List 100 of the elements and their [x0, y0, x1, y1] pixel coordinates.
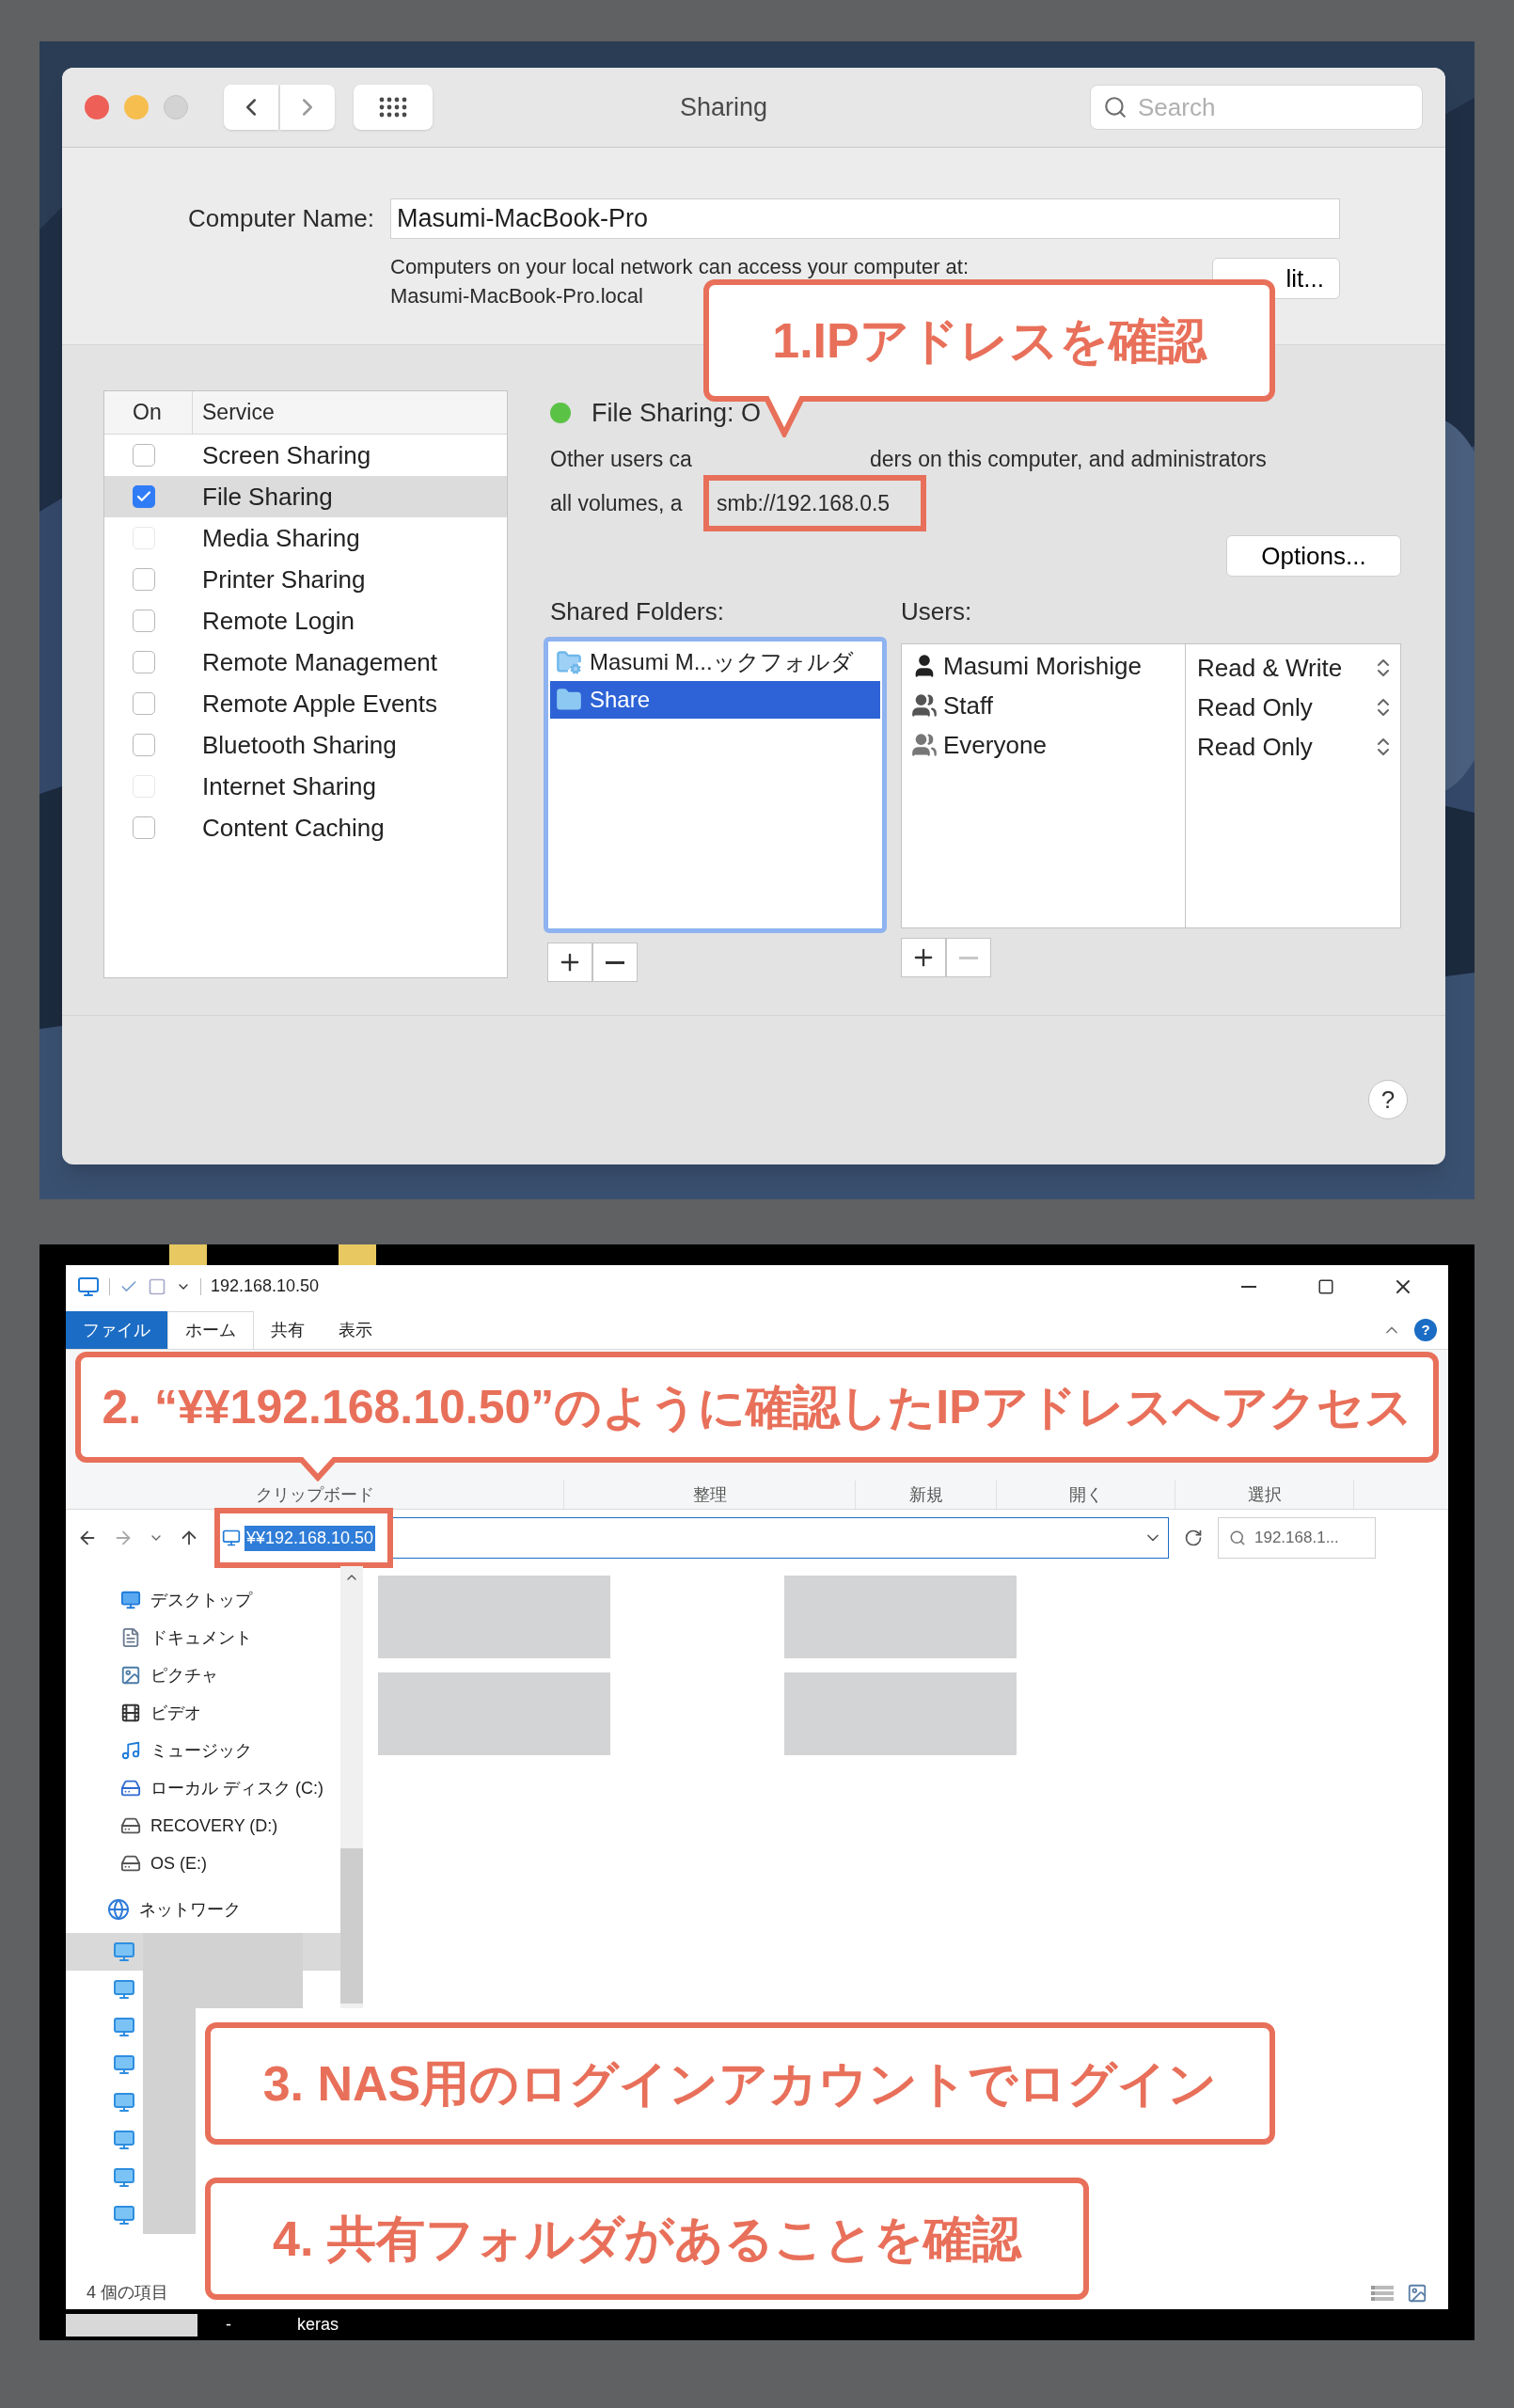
monitor-icon: [113, 1941, 135, 1963]
permission-select[interactable]: Read Only: [1186, 727, 1400, 767]
square-icon[interactable]: [148, 1276, 166, 1296]
image-icon: [120, 1665, 141, 1686]
address-note: Computers on your local network can access your computer at:: [390, 254, 970, 280]
grid-icon: [379, 97, 407, 118]
user-name[interactable]: Masumi Morishige: [943, 647, 1142, 685]
show-all-button[interactable]: [354, 85, 433, 130]
nav-item[interactable]: ネットワーク: [66, 1886, 340, 1933]
help-button[interactable]: ?: [1414, 1319, 1437, 1341]
service-row[interactable]: Remote Login: [104, 600, 507, 642]
minus-icon: [959, 956, 978, 959]
description-text: ders on this computer, and administrators: [870, 446, 1267, 473]
service-row[interactable]: Screen Sharing: [104, 435, 507, 476]
group-icon: [911, 732, 938, 758]
column-header[interactable]: Service: [193, 396, 275, 429]
address-note: Masumi-MacBook-Pro.local: [390, 283, 644, 309]
ribbon-tab[interactable]: 共有: [254, 1311, 322, 1349]
remove-button[interactable]: [592, 943, 638, 982]
monitor-icon: [77, 1275, 100, 1298]
monitor-icon: [120, 1590, 141, 1610]
folder-row[interactable]: Share: [550, 681, 880, 719]
checkbox[interactable]: [133, 444, 155, 467]
window-title: 192.168.10.50: [211, 1275, 321, 1297]
callout-pointer: [764, 396, 805, 437]
monitor-icon: [113, 2053, 135, 2076]
search-icon: [1229, 1529, 1246, 1546]
monitor-icon: [222, 1529, 241, 1547]
permission-select[interactable]: Read & Write: [1186, 648, 1400, 688]
monitor-icon: [113, 2129, 135, 2151]
service-row[interactable]: File Sharing: [104, 476, 507, 517]
nav-item[interactable]: ミュージック: [66, 1732, 340, 1769]
list-label: Shared Folders:: [550, 596, 725, 627]
checkbox[interactable]: [133, 610, 155, 632]
taskbar-text: keras: [297, 2314, 339, 2336]
nav-item[interactable]: ローカル ディスク (C:): [66, 1769, 340, 1807]
service-row[interactable]: Remote Management: [104, 642, 507, 683]
group-icon: [911, 692, 938, 719]
checkbox[interactable]: [133, 651, 155, 673]
thumbnail-view-icon[interactable]: [1407, 2282, 1427, 2304]
options-button[interactable]: Options...: [1226, 535, 1401, 577]
film-icon: [120, 1703, 141, 1723]
callout: 2. “¥¥192.168.10.50”のように確認したIPアドレスへアクセス: [75, 1352, 1439, 1463]
folder-row[interactable]: Masumi M...ックフォルダ: [550, 643, 880, 681]
description-text: all volumes, a: [550, 490, 684, 517]
ribbon-tab[interactable]: ファイル: [66, 1311, 167, 1349]
music-note-icon: [120, 1740, 141, 1761]
drive-icon: [120, 1853, 141, 1874]
monitor-icon: [113, 1978, 135, 2001]
checkbox[interactable]: [133, 485, 155, 508]
field-label: Computer Name:: [187, 203, 374, 234]
details-view-icon[interactable]: [1371, 2285, 1394, 2301]
drive-icon: [120, 1778, 141, 1798]
checkbox[interactable]: [133, 816, 155, 839]
computer-name-field[interactable]: Masumi-MacBook-Pro: [390, 198, 1340, 239]
nav-item[interactable]: デスクトップ: [66, 1581, 340, 1619]
checkbox[interactable]: [133, 568, 155, 591]
document-icon: [120, 1627, 141, 1648]
add-button[interactable]: [901, 938, 946, 977]
nav-item[interactable]: ピクチャ: [66, 1656, 340, 1694]
scrollbar[interactable]: [340, 1566, 363, 2008]
ribbon-group-label: 開く: [997, 1481, 1175, 1509]
window-title: Sharing: [678, 91, 769, 123]
user-name[interactable]: Everyone: [943, 726, 1047, 764]
service-row[interactable]: Content Caching: [104, 807, 507, 848]
add-button[interactable]: [547, 943, 592, 982]
back-button[interactable]: [224, 85, 278, 130]
checkbox[interactable]: [133, 692, 155, 715]
refresh-icon[interactable]: [1184, 1529, 1203, 1547]
callout: 3. NAS用のログインアカウントでログイン: [205, 2022, 1275, 2145]
description-text: Other users ca: [550, 446, 693, 473]
ribbon-tab[interactable]: ホーム: [167, 1311, 254, 1349]
callout: 1.IPアドレスを確認: [703, 279, 1275, 402]
ribbon-tab[interactable]: 表示: [322, 1311, 389, 1349]
nav-item[interactable]: RECOVERY (D:): [66, 1807, 340, 1845]
folder-icon: [339, 1244, 376, 1265]
permission-select[interactable]: Read Only: [1186, 688, 1400, 727]
list-label: Users:: [901, 596, 973, 627]
monitor-icon: [113, 2091, 135, 2114]
nav-item[interactable]: OS (E:): [66, 1845, 340, 1882]
user-name[interactable]: Staff: [943, 687, 993, 724]
service-row[interactable]: Bluetooth Sharing: [104, 724, 507, 766]
search-field[interactable]: 192.168.1...: [1218, 1517, 1376, 1559]
nav-item[interactable]: ビデオ: [66, 1694, 340, 1732]
smb-address: smb://192.168.0.5: [717, 490, 891, 517]
ribbon-group-label: 整理: [564, 1481, 856, 1509]
forward-button[interactable]: [280, 85, 335, 130]
search-field[interactable]: Search: [1090, 85, 1423, 130]
globe-icon: [107, 1898, 130, 1921]
service-row[interactable]: Remote Apple Events: [104, 683, 507, 724]
monitor-icon: [113, 2016, 135, 2038]
taskbar-text: -: [226, 2314, 231, 2336]
nav-item[interactable]: ドキュメント: [66, 1619, 340, 1656]
address-bar[interactable]: [393, 1517, 1169, 1559]
service-row[interactable]: Printer Sharing: [104, 559, 507, 600]
checkbox[interactable]: [133, 734, 155, 756]
help-button[interactable]: ?: [1368, 1080, 1408, 1119]
column-header[interactable]: On: [104, 391, 193, 434]
maximize-icon: [1317, 1277, 1334, 1295]
search-icon: [1103, 95, 1128, 119]
